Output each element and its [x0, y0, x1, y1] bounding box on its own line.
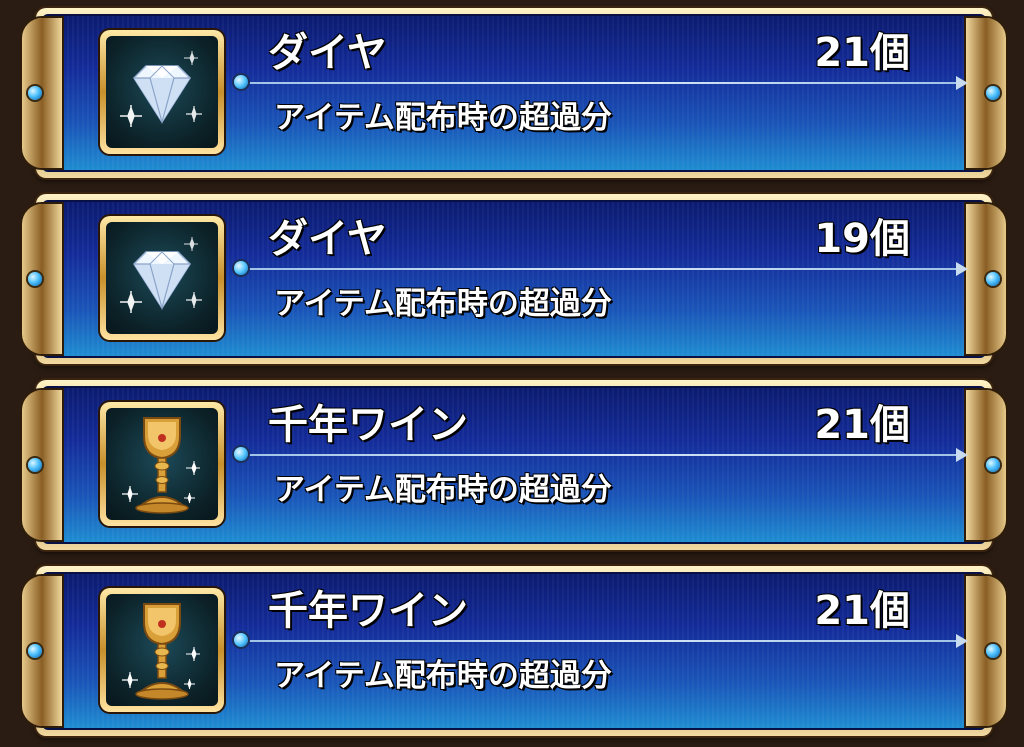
item-quantity: 19個 — [814, 216, 910, 262]
divider-arrow-icon — [956, 262, 968, 276]
divider-arrow-icon — [956, 634, 968, 648]
item-description: アイテム配布時の超過分 — [274, 286, 612, 322]
golden-goblet-icon — [106, 408, 218, 520]
frame-right-ornament — [966, 576, 1006, 726]
divider-line — [242, 454, 960, 456]
divider-gem-icon — [234, 261, 248, 275]
frame-left-ornament — [22, 18, 62, 168]
divider-line — [242, 640, 960, 642]
item-icon-frame — [100, 402, 224, 526]
list-item[interactable]: 千年ワイン 21個 アイテム配布時の超過分 — [22, 566, 1006, 736]
divider-gem-icon — [234, 633, 248, 647]
frame-left-ornament — [22, 390, 62, 540]
list-item[interactable]: ダイヤ 21個 アイテム配布時の超過分 — [22, 8, 1006, 178]
item-name: ダイヤ — [268, 30, 387, 76]
item-quantity: 21個 — [814, 588, 910, 634]
divider-line — [242, 268, 960, 270]
jewel-icon — [28, 86, 42, 100]
item-quantity: 21個 — [814, 30, 910, 76]
jewel-icon — [986, 86, 1000, 100]
item-description: アイテム配布時の超過分 — [274, 472, 612, 508]
frame-right-ornament — [966, 204, 1006, 354]
frame-right-ornament — [966, 390, 1006, 540]
jewel-icon — [28, 644, 42, 658]
item-quantity: 21個 — [814, 402, 910, 448]
diamond-icon — [106, 36, 218, 148]
list-item[interactable]: ダイヤ 19個 アイテム配布時の超過分 — [22, 194, 1006, 364]
divider-arrow-icon — [956, 76, 968, 90]
frame-right-ornament — [966, 18, 1006, 168]
frame-left-ornament — [22, 576, 62, 726]
item-name: 千年ワイン — [268, 588, 468, 634]
golden-goblet-icon — [106, 594, 218, 706]
item-icon-frame — [100, 30, 224, 154]
divider-line — [242, 82, 960, 84]
jewel-icon — [986, 458, 1000, 472]
divider-arrow-icon — [956, 448, 968, 462]
jewel-icon — [986, 272, 1000, 286]
jewel-icon — [986, 644, 1000, 658]
item-name: ダイヤ — [268, 216, 387, 262]
item-icon-frame — [100, 216, 224, 340]
item-list: ダイヤ 21個 アイテム配布時の超過分 ダイヤ 19個 アイテム配布時の超過分 … — [0, 0, 1024, 747]
frame-left-ornament — [22, 204, 62, 354]
list-item[interactable]: 千年ワイン 21個 アイテム配布時の超過分 — [22, 380, 1006, 550]
jewel-icon — [28, 458, 42, 472]
diamond-icon — [106, 222, 218, 334]
item-description: アイテム配布時の超過分 — [274, 658, 612, 694]
item-icon-frame — [100, 588, 224, 712]
item-name: 千年ワイン — [268, 402, 468, 448]
divider-gem-icon — [234, 75, 248, 89]
jewel-icon — [28, 272, 42, 286]
divider-gem-icon — [234, 447, 248, 461]
item-description: アイテム配布時の超過分 — [274, 100, 612, 136]
